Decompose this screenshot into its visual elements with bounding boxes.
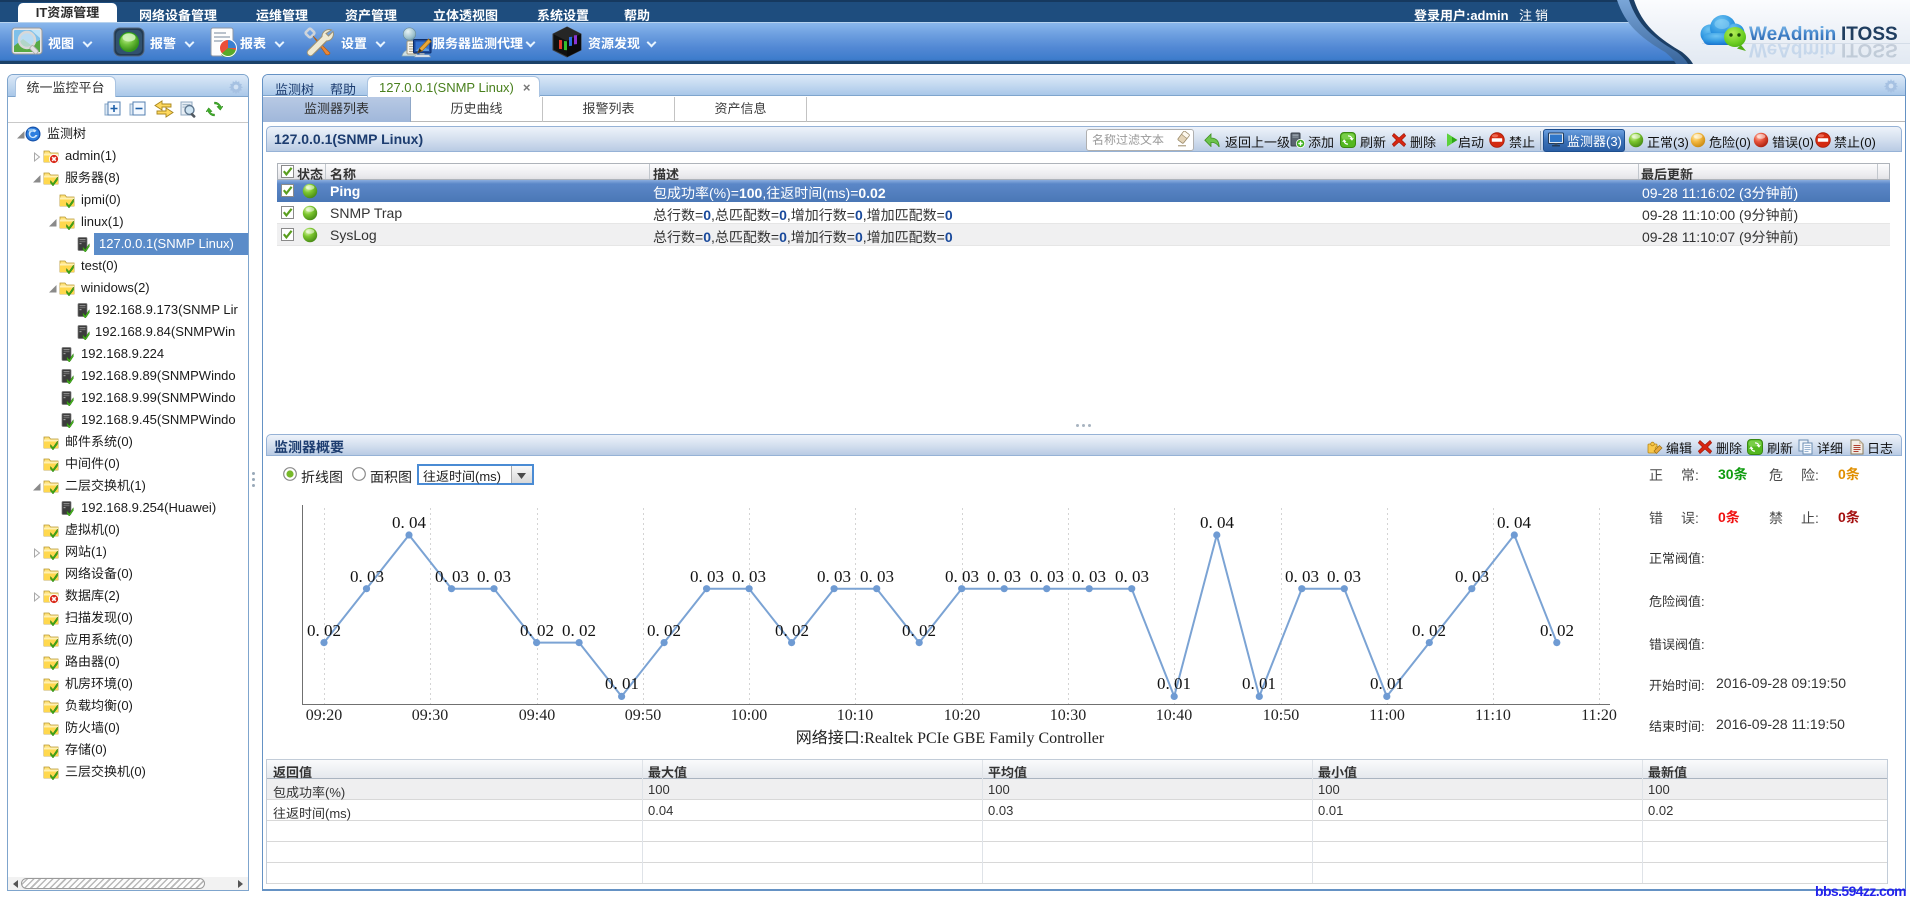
svg-text:ITOSS: ITOSS: [1841, 39, 1898, 60]
svg-text:WeAdmin: WeAdmin: [1749, 39, 1836, 60]
